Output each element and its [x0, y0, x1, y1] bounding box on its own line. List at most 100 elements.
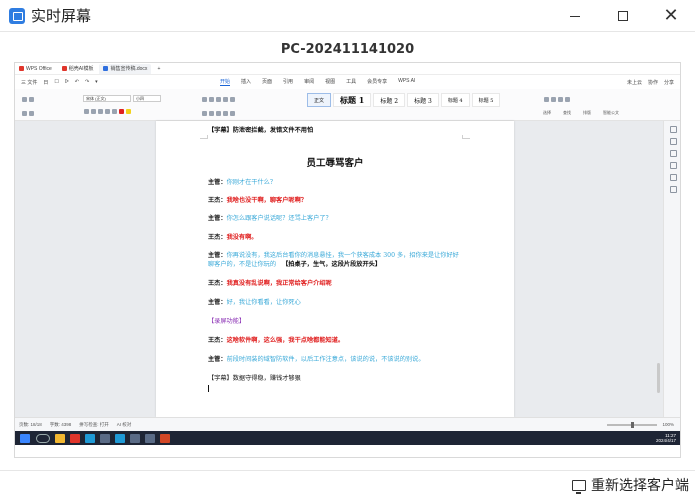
align-left-icon[interactable]: [202, 111, 207, 116]
maximize-button[interactable]: [599, 0, 647, 32]
tool-icon[interactable]: [669, 174, 677, 181]
ribbon-button-label[interactable]: 查找: [563, 110, 571, 116]
app-icon[interactable]: [100, 433, 110, 443]
tool-icon[interactable]: [669, 138, 677, 145]
layout-icon[interactable]: [558, 97, 563, 102]
quick-access-item[interactable]: ↷: [85, 79, 89, 86]
find-icon[interactable]: [551, 97, 556, 102]
side-toolbar: [663, 121, 680, 417]
superscript-icon[interactable]: [112, 109, 117, 114]
speaker-label: 王杰：: [208, 280, 227, 287]
reselect-client-button[interactable]: 重新选择客户端: [572, 475, 689, 495]
tool-icon[interactable]: [669, 150, 677, 157]
app-tab[interactable]: 销售宣传稿.docx: [99, 63, 152, 74]
tool-icon[interactable]: [669, 186, 677, 193]
italic-icon[interactable]: [91, 109, 96, 114]
explorer-icon[interactable]: [55, 433, 65, 443]
menu-right-button[interactable]: 分享: [664, 79, 674, 86]
menu-tab[interactable]: 工具: [346, 78, 356, 86]
quick-access-item[interactable]: ☐: [54, 79, 58, 86]
ribbon-button-label[interactable]: 智能公文: [603, 110, 619, 116]
smart-document-icon[interactable]: [565, 97, 570, 102]
menu-right-button[interactable]: 协作: [648, 79, 658, 86]
zoom-level[interactable]: 100%: [662, 422, 674, 427]
menu-tab[interactable]: WPS AI: [398, 78, 415, 86]
strikethrough-icon[interactable]: [105, 109, 110, 114]
app-icon[interactable]: [145, 433, 155, 443]
align-right-icon[interactable]: [216, 111, 221, 116]
menu-tab[interactable]: 引用: [283, 78, 293, 86]
paste-group[interactable]: [21, 92, 55, 118]
menu-tab[interactable]: 视图: [325, 78, 335, 86]
align-center-icon[interactable]: [209, 111, 214, 116]
quick-access-item[interactable]: ▾: [95, 79, 98, 86]
status-item[interactable]: 拼写检查: 打开: [79, 422, 109, 428]
dialogue-line: 主管：好，我让你看看，让你死心: [208, 297, 301, 306]
app-icon[interactable]: [130, 433, 140, 443]
close-button[interactable]: ✕: [647, 0, 695, 32]
menu-tab[interactable]: 页面: [262, 78, 272, 86]
search-icon[interactable]: [36, 433, 50, 443]
app-tab[interactable]: 稻壳AI模板: [58, 64, 98, 74]
dialogue-line: 【字幕】数据守得稳，赚钱才够狠: [208, 373, 301, 382]
document-page[interactable]: 【字幕】防泄密拦截，发错文件不用怕 员工辱骂客户 主管：你刚才在干什么？ 王杰：我…: [156, 121, 514, 417]
status-item[interactable]: 页数: 18/18: [19, 422, 42, 428]
justify-icon[interactable]: [223, 111, 228, 116]
underline-icon[interactable]: [98, 109, 103, 114]
app-tab[interactable]: WPS Office: [15, 64, 56, 74]
quick-access-item[interactable]: ↶: [75, 79, 79, 86]
taskbar-clock[interactable]: 11:27 2024/4/17: [656, 433, 680, 443]
bold-icon[interactable]: [84, 109, 89, 114]
menu-tab[interactable]: 插入: [241, 78, 251, 86]
powerpoint-icon[interactable]: [160, 433, 170, 443]
new-tab-button[interactable]: +: [153, 64, 164, 74]
select-icon[interactable]: [544, 97, 549, 102]
ribbon-button-label[interactable]: 选择: [543, 110, 551, 116]
quick-access-item[interactable]: ᐅ: [65, 79, 69, 86]
style-option[interactable]: 标题 2: [373, 93, 406, 107]
menu-tab[interactable]: 会员专享: [367, 78, 387, 86]
tool-icon[interactable]: [669, 126, 677, 133]
sort-icon[interactable]: [230, 97, 235, 102]
status-item[interactable]: AI 校对: [117, 422, 132, 428]
style-option[interactable]: 正文: [307, 93, 332, 107]
document-title: 员工辱骂客户: [306, 158, 364, 169]
font-color-icon[interactable]: [119, 109, 124, 114]
dialogue-text: 你刚才在干什么？: [226, 179, 277, 186]
font-size-select[interactable]: 小四: [133, 95, 161, 102]
quick-access-item[interactable]: 三 文件: [21, 79, 37, 86]
menu-tab[interactable]: 开始: [220, 78, 231, 86]
style-option[interactable]: 标题 4: [440, 93, 470, 107]
outdent-icon[interactable]: [223, 97, 228, 102]
style-gallery[interactable]: 正文 标题 1 标题 2 标题 3 标题 4 标题 5: [307, 93, 501, 107]
minimize-button[interactable]: [551, 0, 599, 32]
dialogue-text: 我真没有乱说啊，我正常给客户介绍呢: [226, 280, 332, 287]
ribbon-button-label[interactable]: 排版: [583, 110, 591, 116]
bullets-icon[interactable]: [202, 97, 207, 102]
style-option[interactable]: 标题 1: [333, 93, 372, 107]
paragraph-group[interactable]: [201, 92, 301, 118]
indent-icon[interactable]: [216, 97, 221, 102]
zoom-slider[interactable]: [607, 421, 658, 428]
style-option[interactable]: 标题 5: [471, 93, 501, 107]
highlight-icon[interactable]: [126, 109, 131, 114]
font-name-select[interactable]: 宋体 (正文): [83, 95, 131, 102]
wps-icon[interactable]: [70, 433, 80, 443]
vertical-scrollbar[interactable]: [657, 363, 660, 393]
window-bottom-bar: 重新选择客户端: [0, 470, 695, 497]
status-bar: 页数: 18/18 字数: 4398 拼写检查: 打开 AI 校对 100%: [15, 417, 680, 431]
remote-screen[interactable]: WPS Office 稻壳AI模板 销售宣传稿.docx + 三 文件日 ☐ ᐅ ↶ ↷ ▾ 开…: [14, 62, 681, 458]
quick-access-item[interactable]: 日: [43, 79, 48, 86]
windows-start-icon[interactable]: [20, 433, 30, 443]
reselect-client-label: 重新选择客户端: [591, 478, 689, 494]
style-option[interactable]: 标题 3: [407, 93, 439, 107]
line-spacing-icon[interactable]: [230, 111, 235, 116]
tab-label: 销售宣传稿.docx: [110, 66, 148, 72]
edge-icon[interactable]: [115, 433, 125, 443]
edge-icon[interactable]: [85, 433, 95, 443]
menu-tab[interactable]: 审阅: [304, 78, 314, 86]
menu-right-button[interactable]: 未上云: [627, 79, 642, 86]
tool-icon[interactable]: [669, 162, 677, 169]
status-item[interactable]: 字数: 4398: [50, 422, 72, 428]
numbering-icon[interactable]: [209, 97, 214, 102]
